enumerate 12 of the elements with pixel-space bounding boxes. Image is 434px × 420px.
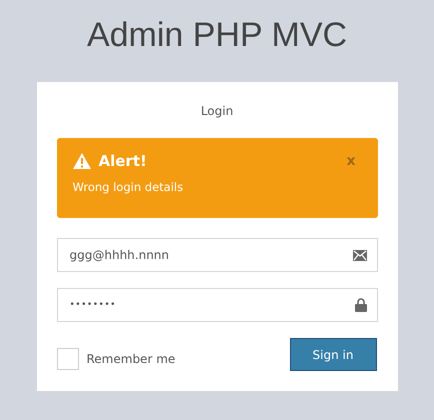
app-logo: Admin PHP MVC	[86, 15, 348, 56]
sign-in-button[interactable]: Sign in	[290, 338, 376, 371]
warning-icon	[72, 153, 90, 169]
remember-checkbox[interactable]	[56, 348, 78, 370]
password-field[interactable]: ••••••••	[56, 288, 378, 322]
alert-title: Alert!	[98, 152, 148, 170]
lock-icon	[354, 298, 366, 312]
email-field[interactable]: ggg@hhhh.nnnn	[56, 238, 378, 272]
envelope-icon	[352, 250, 366, 260]
alert-message: Wrong login details	[72, 180, 184, 194]
box-title: Login	[200, 104, 234, 118]
remember-label: Remember me	[86, 352, 176, 366]
